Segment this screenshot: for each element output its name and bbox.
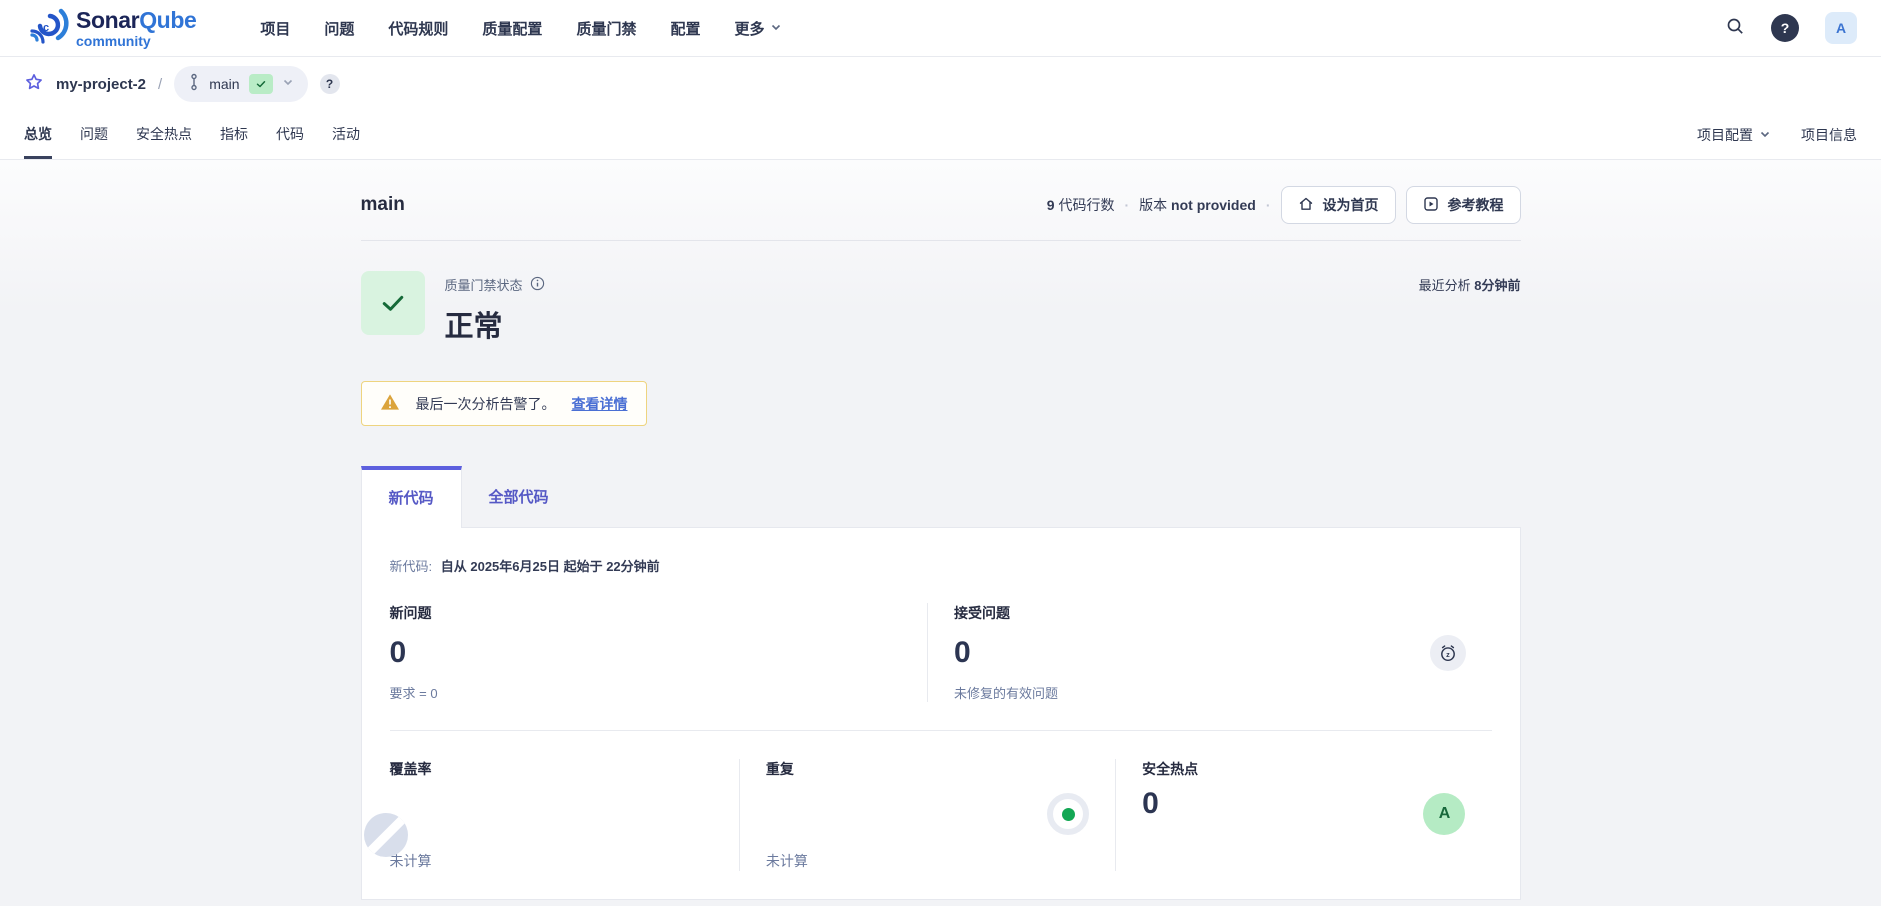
- search-icon[interactable]: [1725, 16, 1745, 41]
- branch-icon: [188, 73, 200, 96]
- coverage-no-data-icon: [364, 813, 408, 857]
- analysis-warning-banner: 最后一次分析告警了。 查看详情: [361, 381, 647, 426]
- top-nav: c SonarQube community 项目 问题 代码规则 质量配置 质量…: [0, 0, 1881, 57]
- nav-item-issues[interactable]: 问题: [324, 18, 354, 39]
- brand-sonar: Sonar: [76, 7, 139, 33]
- breadcrumb: my-project-2 / main ?: [0, 57, 1881, 111]
- duplications-label: 重复: [766, 759, 1089, 779]
- new-issues-label: 新问题: [390, 603, 438, 623]
- metric-new-issues: 新问题 0 要求 = 0: [390, 603, 929, 702]
- nav-item-projects[interactable]: 项目: [260, 18, 290, 39]
- tutorials-button[interactable]: 参考教程: [1406, 186, 1521, 224]
- info-icon[interactable]: [530, 276, 545, 294]
- quality-gate-pass-icon: [361, 271, 425, 335]
- branch-header: main 9 代码行数 · 版本 not provided · 设为首页 参考教…: [361, 186, 1521, 241]
- metric-coverage: 覆盖率 未计算: [390, 759, 740, 871]
- warning-message: 最后一次分析告警了。: [416, 394, 556, 414]
- project-tab-bar: 总览 问题 安全热点 指标 代码 活动 项目配置 项目信息: [0, 111, 1881, 160]
- quality-gate-section: 质量门禁状态 正常 最近分析 8分钟前: [361, 271, 1521, 345]
- security-rating-badge: A: [1423, 793, 1465, 835]
- project-info-button[interactable]: 项目信息: [1801, 125, 1857, 145]
- nav-item-more[interactable]: 更多: [734, 18, 782, 39]
- main-nav: 项目 问题 代码规则 质量配置 质量门禁 配置 更多: [260, 18, 782, 39]
- project-settings-menu[interactable]: 项目配置: [1697, 125, 1771, 145]
- brand-community: community: [76, 34, 196, 48]
- nav-item-quality-gates[interactable]: 质量门禁: [576, 18, 636, 39]
- tab-new-code[interactable]: 新代码: [361, 466, 462, 528]
- tab-issues[interactable]: 问题: [80, 111, 108, 159]
- play-video-icon: [1423, 196, 1439, 215]
- svg-text:c: c: [43, 22, 49, 34]
- warning-icon: [380, 393, 400, 414]
- new-issues-value[interactable]: 0: [390, 636, 438, 670]
- tab-measures[interactable]: 指标: [220, 111, 248, 159]
- last-analysis-label: 最近分析: [1419, 278, 1471, 293]
- new-code-period-label: 新代码:: [390, 559, 433, 574]
- warning-details-link[interactable]: 查看详情: [572, 394, 628, 414]
- nav-item-rules[interactable]: 代码规则: [388, 18, 448, 39]
- home-icon: [1298, 196, 1314, 215]
- chevron-down-icon: [282, 75, 294, 93]
- branch-status-check-icon: [249, 74, 273, 94]
- branch-name: main: [209, 76, 239, 92]
- set-homepage-button[interactable]: 设为首页: [1281, 186, 1396, 224]
- metric-accepted-issues: 接受问题 0 未修复的有效问题 z: [928, 603, 1492, 702]
- brand-qube: Qube: [139, 7, 196, 33]
- help-icon[interactable]: ?: [1771, 14, 1799, 42]
- loc-label: 代码行数: [1058, 197, 1114, 213]
- branch-title: main: [361, 194, 405, 216]
- sonarqube-logo-icon: c: [24, 5, 70, 52]
- panel-divider: [390, 730, 1492, 731]
- nav-item-quality-profiles[interactable]: 质量配置: [482, 18, 542, 39]
- tab-code[interactable]: 代码: [276, 111, 304, 159]
- accepted-issues-subtitle: 未修复的有效问题: [954, 683, 1058, 702]
- metric-duplications: 重复 未计算: [740, 759, 1116, 871]
- duplications-indicator-icon: [1047, 793, 1089, 835]
- chevron-down-icon: [770, 20, 782, 37]
- coverage-label: 覆盖率: [390, 759, 713, 779]
- metric-security-hotspots: 安全热点 0 A: [1116, 759, 1491, 871]
- svg-text:z: z: [1446, 649, 1450, 658]
- tab-activity[interactable]: 活动: [332, 111, 360, 159]
- quality-gate-label: 质量门禁状态: [445, 275, 523, 294]
- avatar[interactable]: A: [1825, 12, 1857, 44]
- branch-help-icon[interactable]: ?: [320, 74, 340, 94]
- tab-security-hotspots[interactable]: 安全热点: [136, 111, 192, 159]
- security-hotspots-label: 安全热点: [1142, 759, 1465, 779]
- sonarqube-logo[interactable]: c SonarQube community: [24, 5, 196, 52]
- new-code-panel: 新代码: 自从 2025年6月25日 起始于 22分钟前 新问题 0 要求 = …: [361, 527, 1521, 900]
- coverage-status: 未计算: [390, 851, 713, 871]
- code-tabs: 新代码 全部代码: [361, 466, 1521, 527]
- chevron-down-icon: [1759, 127, 1771, 143]
- last-analysis-value: 8分钟前: [1474, 278, 1520, 293]
- tab-overview[interactable]: 总览: [24, 111, 52, 159]
- quality-gate-status: 正常: [445, 303, 545, 345]
- breadcrumb-separator: /: [158, 76, 162, 93]
- accepted-issues-value[interactable]: 0: [954, 636, 1058, 670]
- nav-item-administration[interactable]: 配置: [670, 18, 700, 39]
- new-code-period-detail: 自从 2025年6月25日 起始于 22分钟前: [441, 559, 660, 574]
- favorite-star-icon[interactable]: [24, 72, 44, 97]
- security-hotspots-value[interactable]: 0: [1142, 787, 1465, 821]
- project-name[interactable]: my-project-2: [56, 76, 146, 93]
- version-label: 版本: [1139, 197, 1167, 213]
- snooze-clock-icon: z: [1430, 635, 1466, 671]
- accepted-issues-label: 接受问题: [954, 603, 1058, 623]
- version-value: not provided: [1171, 197, 1256, 213]
- branch-selector[interactable]: main: [174, 66, 307, 102]
- overview-content: main 9 代码行数 · 版本 not provided · 设为首页 参考教…: [0, 160, 1881, 906]
- tab-overall-code[interactable]: 全部代码: [462, 466, 576, 527]
- new-issues-subtitle: 要求 = 0: [390, 683, 438, 702]
- loc-value: 9: [1047, 197, 1055, 213]
- duplications-status: 未计算: [766, 851, 1089, 871]
